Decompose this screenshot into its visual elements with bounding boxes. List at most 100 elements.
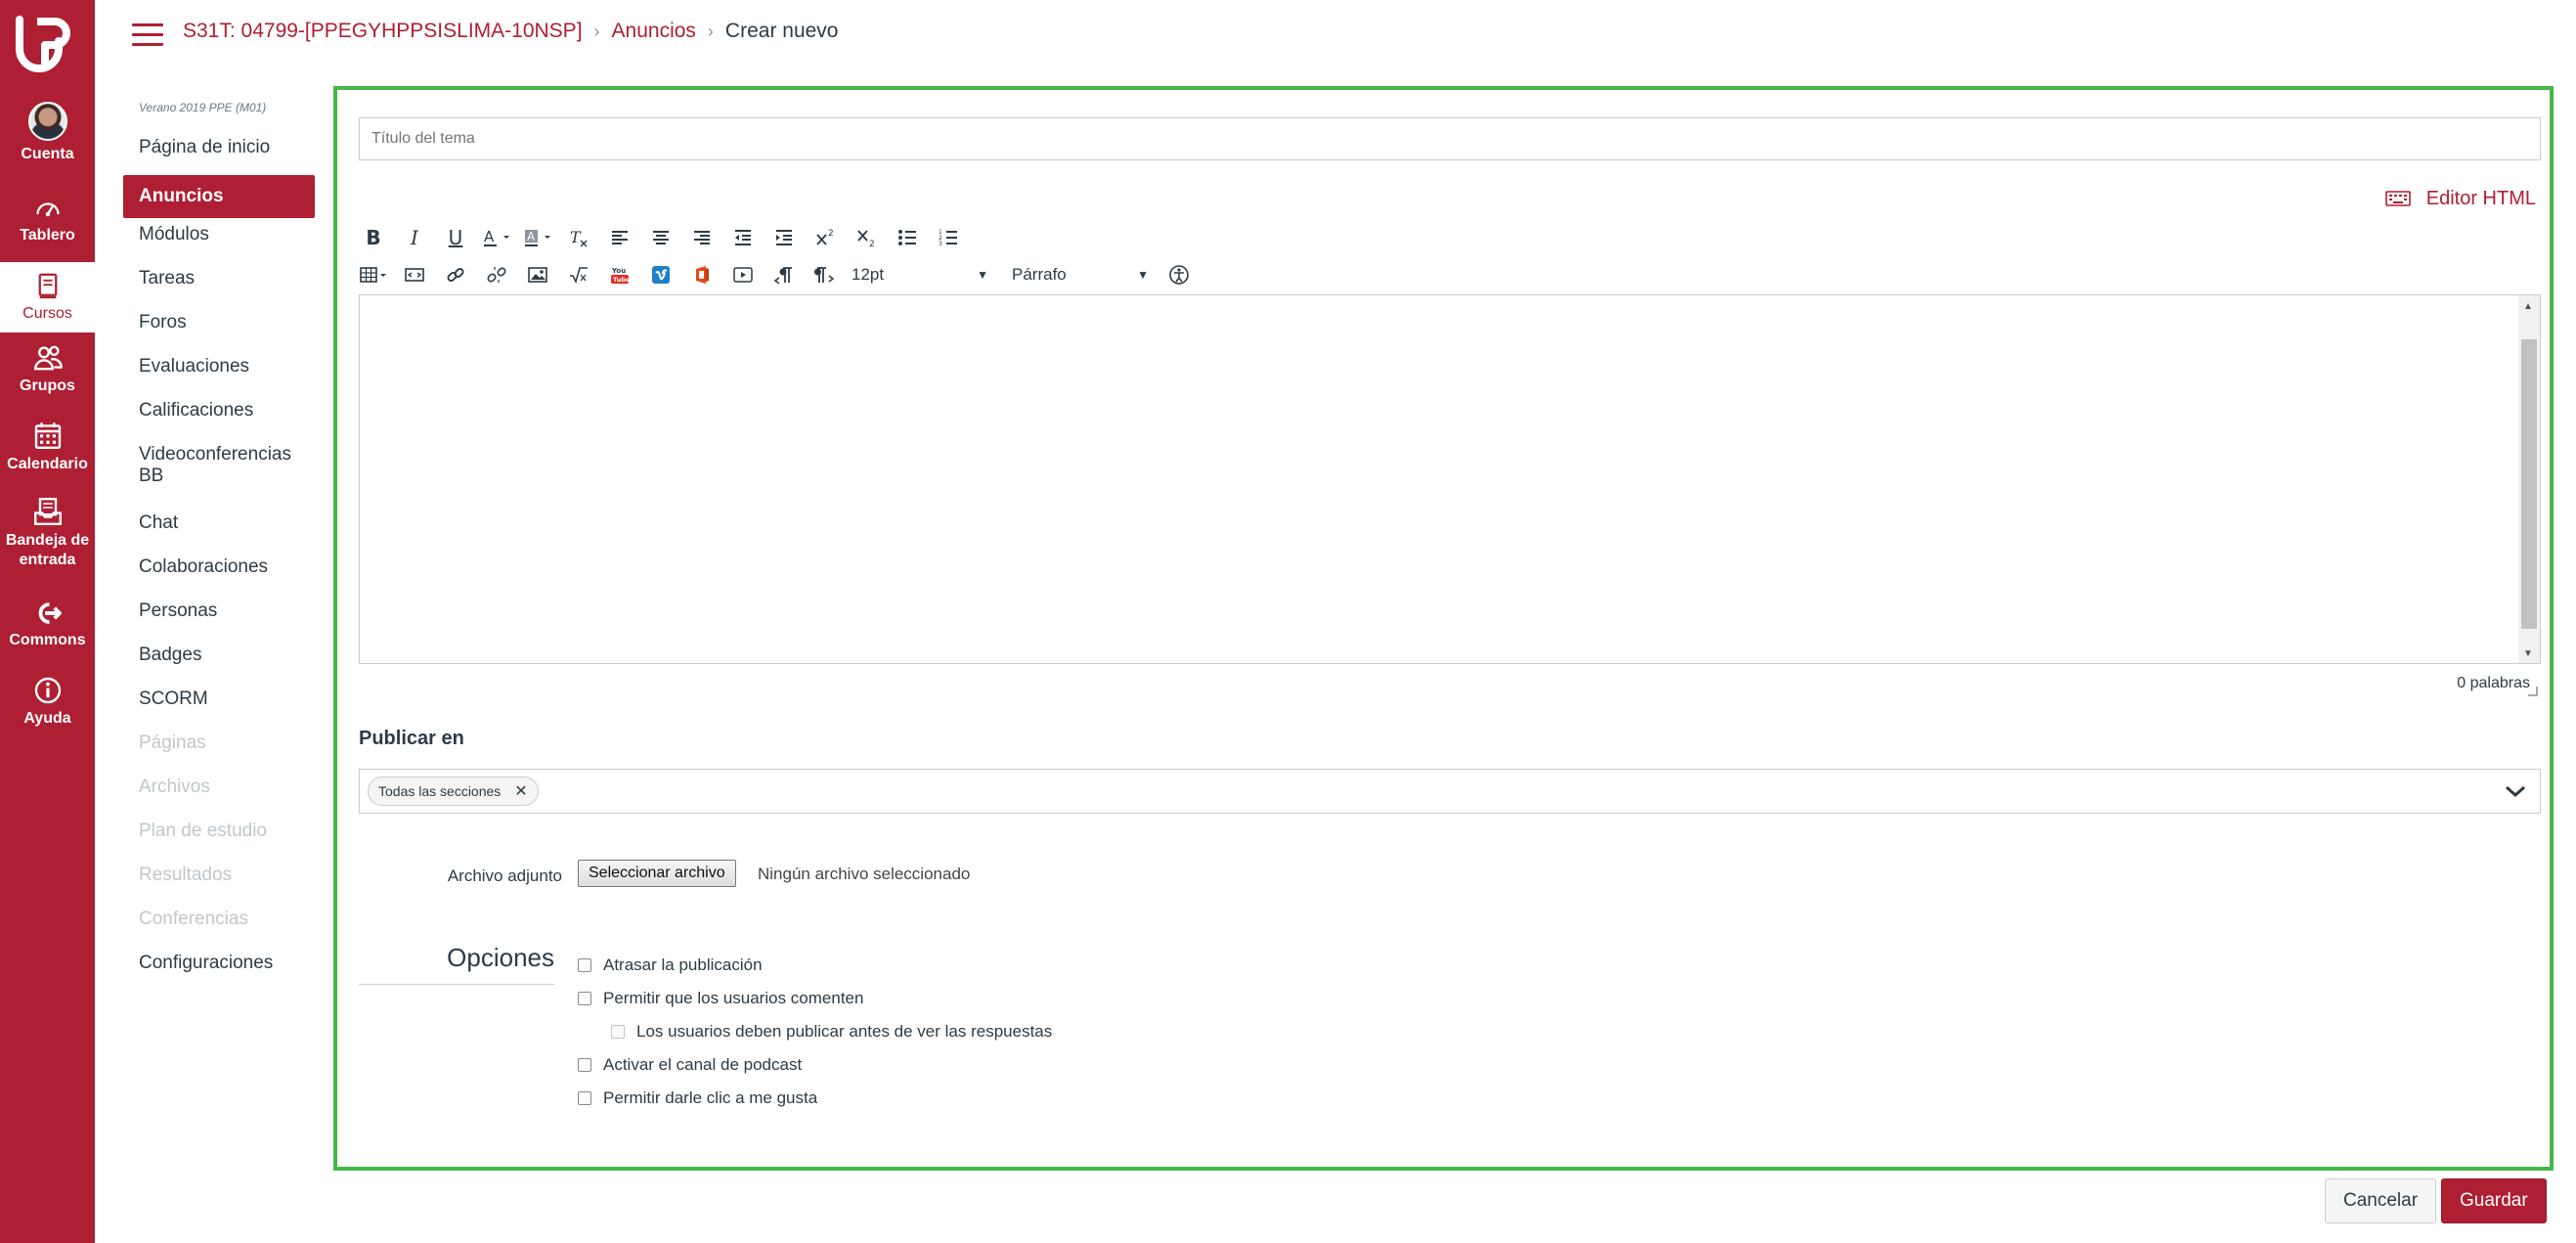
course-nav-quizzes[interactable]: Evaluaciones [123,350,315,394]
course-nav-scorm[interactable]: SCORM [123,683,315,727]
block-format-select[interactable]: Párrafo ▼ [1012,260,1149,289]
option-podcast-feed[interactable]: Activar el canal de podcast [578,1055,802,1075]
global-nav-courses[interactable]: Cursos [0,262,95,333]
course-nav-collaborations[interactable]: Colaboraciones [123,551,315,595]
option-delay-posting[interactable]: Atrasar la publicación [578,955,763,975]
youtube-button[interactable]: You Tube [605,260,634,289]
scroll-up-icon[interactable]: ▲ [2523,301,2533,312]
attachment-label: Archivo adjunto [447,866,562,885]
global-nav-commons[interactable]: Commons [0,599,95,650]
option-label: Permitir darle clic a me gusta [603,1088,818,1107]
course-nav-files[interactable]: Archivos [123,771,315,815]
course-nav-announcements[interactable]: Anuncios [123,175,315,218]
editor-scrollbar[interactable]: ▲ ▼ [2518,295,2540,663]
image-button[interactable] [523,260,552,289]
superscript-button[interactable]: 2 [810,223,840,252]
numbered-list-button[interactable]: 123 [934,223,963,252]
align-center-icon [653,231,669,244]
course-nav-people[interactable]: Personas [123,595,315,639]
course-navigation: Verano 2019 PPE (M01) Página de inicio A… [123,98,315,991]
checkbox[interactable] [578,1058,591,1072]
scroll-down-icon[interactable]: ▼ [2523,648,2533,659]
cancel-button[interactable]: Cancelar [2325,1178,2437,1223]
svg-text:T: T [570,228,582,246]
course-nav-chat[interactable]: Chat [123,507,315,551]
bold-button[interactable]: B [359,223,388,252]
course-nav-syllabus[interactable]: Plan de estudio [123,815,315,859]
align-center-button[interactable] [646,223,676,252]
section-token-label: Todas las secciones [378,783,502,799]
link-button[interactable] [441,260,470,289]
course-nav-conferences[interactable]: Conferencias [123,903,315,947]
checkbox[interactable] [578,992,591,1005]
breadcrumb-course[interactable]: S31T: 04799-[PPEGYHPPSISLIMA-10NSP] [183,20,583,42]
choose-file-button[interactable]: Seleccionar archivo [578,860,736,887]
global-nav-inbox[interactable]: Bandeja de entrada [0,495,95,570]
course-nav-grades[interactable]: Calificaciones [123,394,315,438]
background-color-icon: A [525,230,550,246]
accessibility-checker-button[interactable] [1164,260,1194,289]
word-count: 0 palabras [2457,675,2530,691]
align-left-button[interactable] [605,223,634,252]
global-nav-calendar[interactable]: Calendario [0,419,95,474]
course-nav-outcomes[interactable]: Resultados [123,859,315,903]
course-nav-discussions[interactable]: Foros [123,306,315,350]
unlink-button[interactable] [482,260,511,289]
checkbox[interactable] [578,958,591,972]
html-editor-toggle[interactable]: Editor HTML [2384,188,2536,210]
rich-content-editor[interactable]: ▲ ▼ [359,294,2541,664]
global-nav-help[interactable]: Ayuda [0,675,95,729]
resize-handle-icon[interactable] [2528,687,2538,696]
clear-formatting-button[interactable]: T [564,223,593,252]
scrollbar-thumb[interactable] [2521,339,2537,629]
chevron-down-icon[interactable] [2505,781,2526,801]
global-nav-groups-label: Grupos [20,377,75,394]
bullet-list-button[interactable] [893,223,922,252]
global-nav-calendar-label: Calendario [7,456,88,472]
breadcrumb-current: Crear nuevo [724,20,839,42]
embed-button[interactable] [400,260,429,289]
rtl-button[interactable] [810,260,840,289]
table-button[interactable] [359,260,388,289]
italic-button[interactable]: I [400,223,429,252]
remove-token-icon[interactable]: ✕ [514,781,527,801]
menu-toggle-icon[interactable] [132,23,163,47]
outdent-button[interactable] [728,223,758,252]
course-nav-badges[interactable]: Badges [123,639,315,683]
course-nav-modules[interactable]: Módulos [123,218,315,262]
option-require-initial-post[interactable]: Los usuarios deben publicar antes de ver… [611,1022,1052,1042]
underline-button[interactable]: U [441,223,470,252]
up-logo[interactable] [14,14,78,76]
vimeo-button[interactable] [646,260,676,289]
save-button[interactable]: Guardar [2441,1178,2547,1223]
option-allow-comments[interactable]: Permitir que los usuarios comenten [578,989,863,1008]
course-nav-pages[interactable]: Páginas [123,727,315,771]
text-color-button[interactable]: A [482,223,511,252]
avatar [27,102,67,141]
ltr-button[interactable] [769,260,799,289]
media-button[interactable] [728,260,758,289]
background-color-button[interactable]: A [523,223,552,252]
publish-to-select[interactable]: Todas las secciones ✕ [359,769,2541,814]
checkbox[interactable] [578,1091,591,1105]
equation-button[interactable] [564,260,593,289]
subscript-button[interactable]: 2 [851,223,881,252]
checkbox[interactable] [611,1025,625,1039]
course-nav-home[interactable]: Página de inicio [123,131,315,175]
breadcrumb-announcements[interactable]: Anuncios [612,20,696,42]
course-nav-settings[interactable]: Configuraciones [123,947,315,991]
option-allow-liking[interactable]: Permitir darle clic a me gusta [578,1088,817,1108]
font-size-select[interactable]: 12pt ▼ [851,260,988,289]
keyboard-icon [2384,191,2411,206]
svg-text:Tube: Tube [613,276,631,284]
global-nav-groups[interactable]: Grupos [0,342,95,396]
course-nav-videoconferences[interactable]: Videoconferencias BB [123,438,315,507]
indent-button[interactable] [769,223,799,252]
global-nav-account[interactable]: Cuenta [0,102,95,164]
svg-text:2: 2 [828,229,834,239]
topic-title-input[interactable] [359,117,2541,160]
office365-button[interactable] [687,260,717,289]
align-right-button[interactable] [687,223,717,252]
course-nav-assignments[interactable]: Tareas [123,262,315,306]
global-nav-dashboard[interactable]: Tablero [0,194,95,245]
